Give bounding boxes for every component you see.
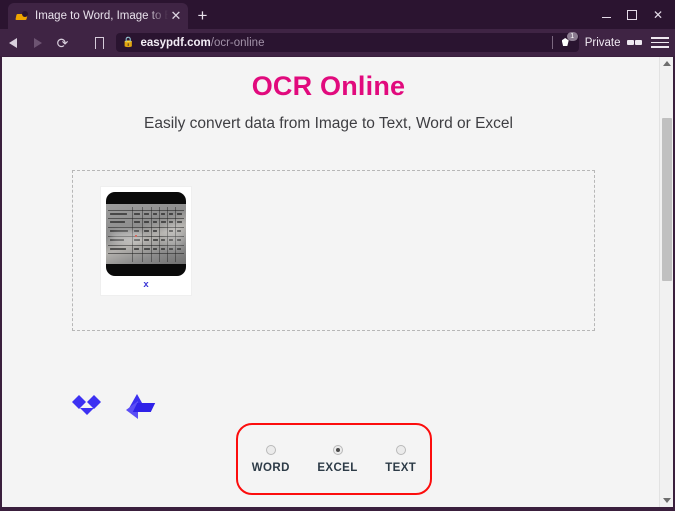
minimize-button[interactable] — [593, 0, 619, 29]
scroll-down-icon[interactable] — [660, 494, 673, 507]
divider — [551, 36, 553, 49]
bookmark-button[interactable] — [87, 29, 112, 56]
lock-icon: 🔒 — [122, 36, 135, 48]
easypdf-favicon-icon — [15, 10, 29, 23]
address-bar-right: 1 — [551, 32, 578, 50]
remove-file-link[interactable]: x — [101, 279, 191, 290]
format-option-excel[interactable]: EXCEL — [317, 444, 358, 474]
scrollbar-thumb[interactable] — [662, 118, 672, 281]
bookmark-icon — [94, 36, 105, 54]
menu-button[interactable] — [651, 37, 669, 48]
url-text: easypdf.com/ocr-online — [140, 37, 264, 49]
label-text: TEXT — [385, 461, 417, 474]
browser-window: Image to Word, Image to E ✕ + ✕ ⟳ 🔒 easy… — [0, 0, 675, 511]
dropbox-icon[interactable] — [72, 393, 102, 419]
thumbnail-image — [106, 192, 186, 276]
shields-badge-count: 1 — [566, 32, 578, 41]
scroll-up-icon[interactable] — [660, 57, 673, 70]
url-host: easypdf.com — [140, 36, 211, 49]
radio-excel[interactable] — [332, 444, 343, 455]
maximize-button[interactable] — [619, 0, 645, 29]
output-format-group: WORD EXCEL TEXT — [236, 423, 432, 495]
uploaded-file-thumbnail[interactable]: x — [101, 187, 191, 295]
cloud-source-buttons — [72, 393, 156, 419]
brave-shields-icon[interactable]: 1 — [559, 32, 578, 50]
browser-tab[interactable]: Image to Word, Image to E ✕ — [8, 3, 188, 29]
navigation-toolbar: ⟳ 🔒 easypdf.com/ocr-online 1 Private — [0, 29, 675, 56]
page-viewport: OCR Online Easily convert data from Imag… — [2, 57, 671, 507]
close-window-icon[interactable]: ✕ — [645, 0, 671, 29]
new-tab-button[interactable]: + — [193, 7, 212, 26]
window-controls: ✕ — [593, 0, 671, 29]
title-bar: Image to Word, Image to E ✕ + ✕ — [0, 0, 675, 29]
back-button[interactable] — [0, 29, 25, 56]
file-dropzone[interactable]: x — [72, 170, 595, 331]
page-content: OCR Online Easily convert data from Imag… — [2, 57, 655, 507]
page-subtitle: Easily convert data from Image to Text, … — [144, 115, 513, 132]
forward-button[interactable] — [25, 29, 50, 56]
close-tab-icon[interactable]: ✕ — [168, 8, 184, 24]
format-option-word[interactable]: WORD — [251, 444, 290, 474]
private-mode-label: Private — [584, 36, 621, 49]
tab-title: Image to Word, Image to E — [35, 10, 168, 22]
google-drive-icon[interactable] — [126, 393, 156, 419]
radio-word[interactable] — [265, 444, 276, 455]
format-option-text[interactable]: TEXT — [385, 444, 417, 474]
page-scrollbar[interactable] — [659, 57, 673, 507]
address-bar[interactable]: 🔒 easypdf.com/ocr-online 1 — [116, 32, 579, 52]
reload-icon: ⟳ — [56, 34, 69, 51]
reload-button[interactable]: ⟳ — [50, 29, 75, 56]
label-word: WORD — [251, 461, 290, 474]
url-path: /ocr-online — [210, 36, 265, 49]
label-excel: EXCEL — [317, 461, 358, 474]
page-title: OCR Online — [251, 71, 406, 101]
private-glasses-icon — [626, 40, 642, 45]
radio-text[interactable] — [395, 444, 406, 455]
